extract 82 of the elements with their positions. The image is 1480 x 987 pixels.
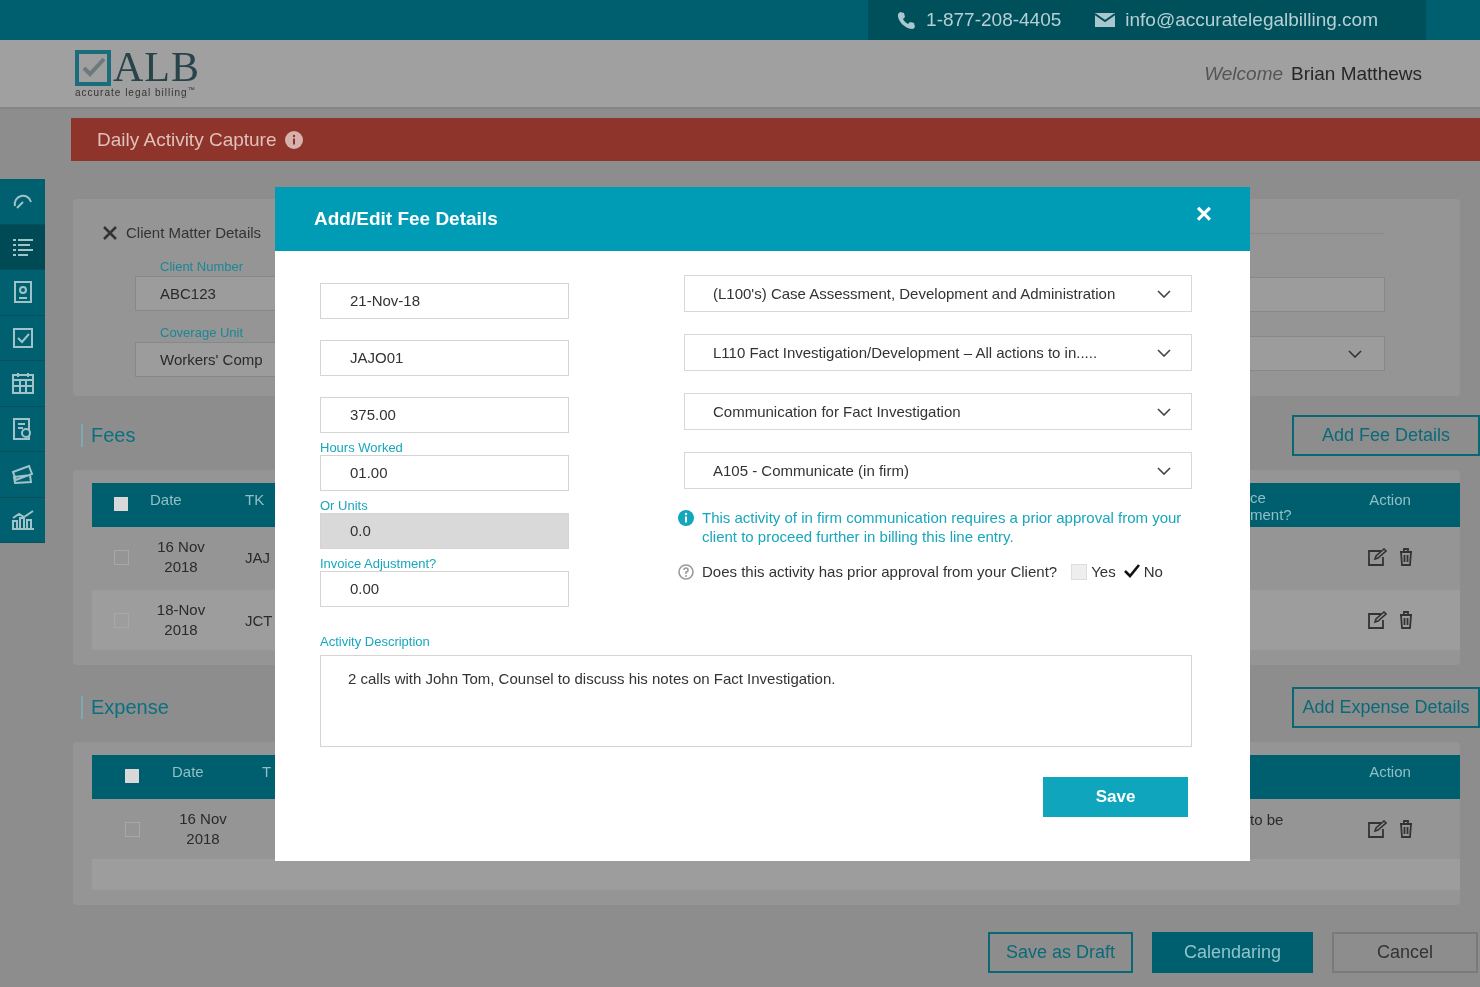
chevron-down-icon <box>1157 289 1171 298</box>
table-cell-text: 16 Nov 2018 <box>178 809 228 849</box>
sidebar-item[interactable] <box>0 224 45 270</box>
chevron-down-icon <box>1157 407 1171 416</box>
option-checkbox[interactable] <box>1071 564 1088 580</box>
select-all-checkbox[interactable] <box>125 769 139 783</box>
list-icon <box>11 236 34 257</box>
dropdown-field[interactable]: (L100's) Case Assessment, Development and Administration <box>684 275 1192 312</box>
email-address[interactable]: info@accuratelegalbilling.com <box>1125 9 1378 31</box>
envelope-icon <box>1095 12 1116 28</box>
trash-icon[interactable] <box>1399 548 1413 566</box>
column-header: T <box>262 763 273 780</box>
table-cell-text: to be <box>1250 810 1285 828</box>
close-button[interactable]: × <box>1191 200 1216 228</box>
column-header: Action <box>1368 763 1412 780</box>
approval-question: Does this activity has prior approval from your Client? <box>702 563 1058 580</box>
input-field[interactable]: 375.00 <box>320 397 569 433</box>
chevron-down-icon <box>1348 349 1362 358</box>
welcome-label: Welcome <box>1204 62 1284 85</box>
logo-name: ALB <box>113 48 200 87</box>
dialog-title: Add/Edit Fee Details <box>314 208 498 230</box>
input-field[interactable]: ABC123 <box>135 276 275 311</box>
select-all-checkbox[interactable] <box>114 497 128 511</box>
column-header: Action <box>1368 491 1412 508</box>
input-field[interactable] <box>1250 277 1385 312</box>
field-label: Invoice Adjustment? <box>320 556 438 571</box>
info-icon <box>678 510 694 526</box>
phone-number[interactable]: 1-877-208-4405 <box>926 9 1062 31</box>
option-label: No <box>1143 563 1163 580</box>
column-header: Date <box>150 491 183 508</box>
table-cell-text: 16 Nov 2018 <box>156 537 206 577</box>
dropdown-field[interactable] <box>1250 336 1385 371</box>
column-header: Date <box>172 763 205 780</box>
input-field[interactable]: JAJO01 <box>320 340 569 376</box>
edit-icon[interactable] <box>1367 611 1387 629</box>
document-icon <box>12 281 33 304</box>
trash-icon[interactable] <box>1399 820 1413 838</box>
input-field: 0.0 <box>320 513 569 549</box>
logo-tagline: accurate legal billing$^{™}$ <box>75 86 197 99</box>
table-cell-text: JAJ <box>245 548 271 566</box>
input-field[interactable]: Workers' Comp <box>135 342 275 377</box>
checkbox-logo-icon <box>75 50 111 87</box>
description-textarea[interactable]: 2 calls with John Tom, Counsel to discuss his notes on Fact Investigation. <box>320 655 1192 747</box>
section-heading: Expense <box>81 696 169 719</box>
field-label: Hours Worked <box>320 440 404 455</box>
chevron-down-icon <box>1157 466 1171 475</box>
document-gear-icon <box>12 417 33 440</box>
chevron-down-icon <box>1157 348 1171 357</box>
option-checkbox[interactable] <box>1123 564 1140 580</box>
option-label: Yes <box>1091 563 1116 580</box>
edit-icon[interactable] <box>1367 820 1387 838</box>
chart-icon <box>10 509 35 530</box>
table-cell-text: JCT <box>245 611 274 629</box>
footer-button[interactable]: Calendaring <box>1152 932 1313 973</box>
section-heading: Fees <box>81 424 136 447</box>
input-field[interactable]: 0.00 <box>320 571 569 607</box>
save-button[interactable]: Save <box>1043 777 1188 817</box>
info-icon[interactable] <box>284 130 303 149</box>
column-header: ce ment? <box>1250 489 1293 523</box>
field-label: Or Units <box>320 498 369 513</box>
field-label: Activity Description <box>320 634 431 649</box>
table-cell-text: 18-Nov 2018 <box>155 600 207 640</box>
approval-notice: This activity of in firm communication requires a prior approval from your client to proceed further in billing this line entry. <box>702 508 1183 546</box>
user-name: Brian Matthews <box>1291 62 1422 85</box>
phone-icon <box>896 10 917 30</box>
checkbox-icon <box>12 327 33 348</box>
field-label: Coverage Unit <box>159 325 245 340</box>
dropdown-field[interactable]: Communication for Fact Investigation <box>684 393 1192 430</box>
help-icon <box>678 563 694 580</box>
field-label: Client Number <box>159 259 245 274</box>
dropdown-field[interactable]: L110 Fact Investigation/Development – All actions to in..... <box>684 334 1192 371</box>
calendar-icon <box>11 372 34 395</box>
section-title: Client Matter Details <box>126 224 262 241</box>
trash-icon[interactable] <box>1399 611 1413 629</box>
cards-icon <box>10 464 35 485</box>
column-header: TK <box>245 491 266 508</box>
input-field[interactable]: 21-Nov-18 <box>320 283 569 319</box>
footer-button[interactable]: Cancel <box>1332 932 1478 973</box>
edit-icon[interactable] <box>1367 548 1387 566</box>
dropdown-field[interactable]: A105 - Communicate (in firm) <box>684 452 1192 489</box>
input-field[interactable]: 01.00 <box>320 455 569 491</box>
page-title: Daily Activity Capture <box>97 128 277 151</box>
